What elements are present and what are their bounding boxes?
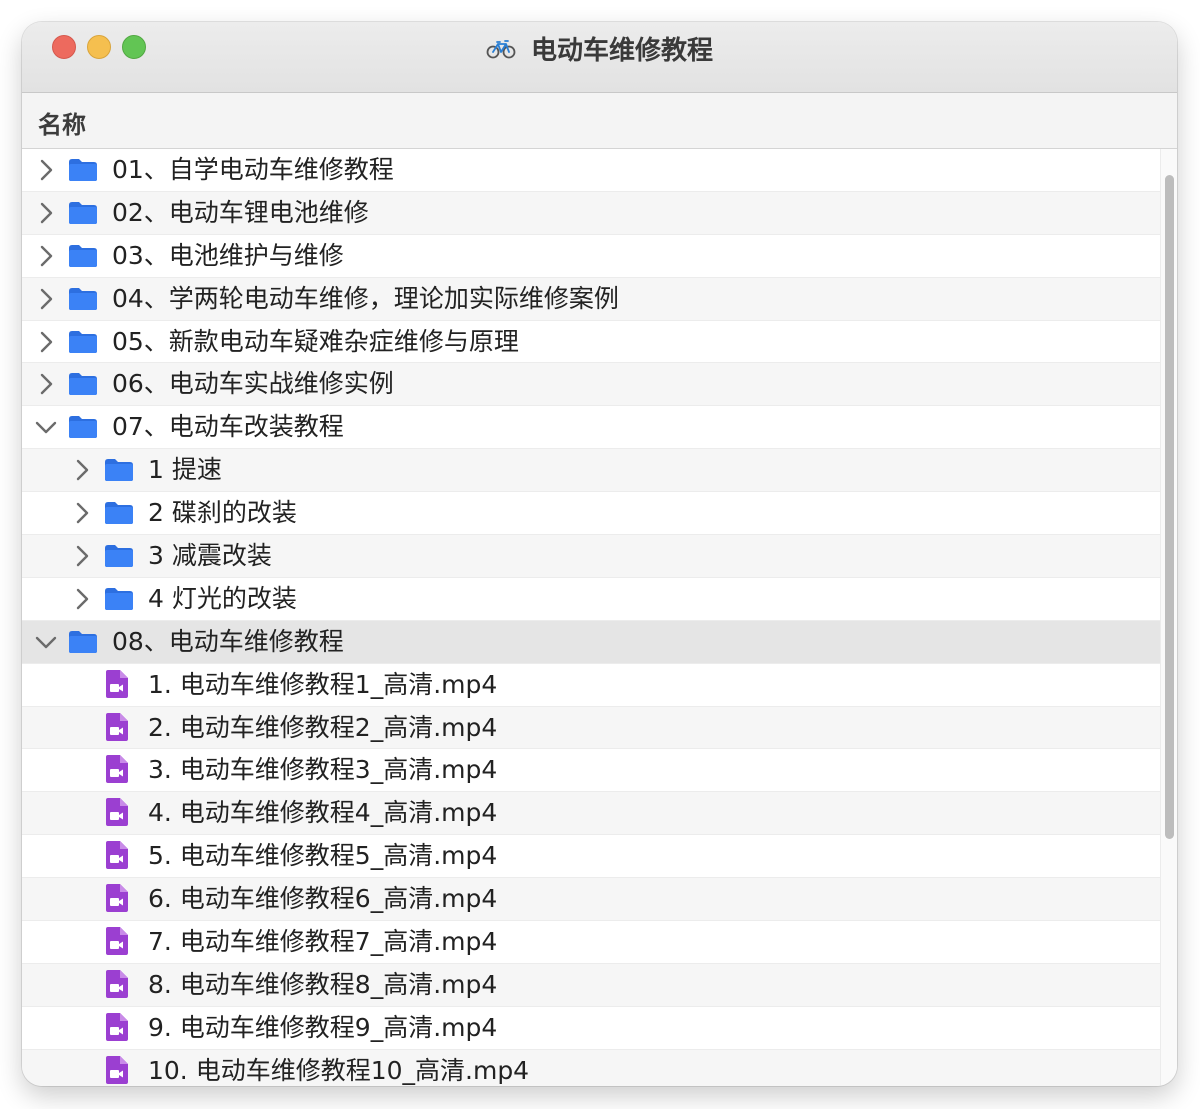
- file-name: 6. 电动车维修教程6_高清.mp4: [148, 884, 498, 914]
- file-row[interactable]: 1. 电动车维修教程1_高清.mp4: [22, 663, 1160, 707]
- folder-name: 2 碟刹的改装: [148, 498, 297, 528]
- chevron-right-icon[interactable]: [70, 501, 94, 525]
- folder-row[interactable]: 3 减震改装: [22, 535, 1160, 578]
- folder-row[interactable]: 4 灯光的改装: [22, 577, 1160, 621]
- file-name: 9. 电动车维修教程9_高清.mp4: [148, 1012, 498, 1042]
- video-file-icon: [106, 1055, 128, 1084]
- file-row[interactable]: 6. 电动车维修教程6_高清.mp4: [22, 878, 1160, 922]
- folder-name: 06、电动车实战维修实例: [112, 369, 394, 399]
- video-file-icon: [106, 1012, 128, 1041]
- file-name: 2. 电动车维修教程2_高清.mp4: [148, 712, 498, 742]
- video-file-icon: [106, 755, 128, 784]
- file-row[interactable]: 5. 电动车维修教程5_高清.mp4: [22, 835, 1160, 879]
- chevron-right-icon[interactable]: [34, 158, 58, 182]
- video-file-icon: [106, 884, 128, 913]
- folder-row[interactable]: 2 碟刹的改装: [22, 492, 1160, 536]
- folder-icon: [69, 201, 97, 224]
- file-row[interactable]: 3. 电动车维修教程3_高清.mp4: [22, 749, 1160, 793]
- folder-icon: [105, 459, 133, 482]
- file-name: 4. 电动车维修教程4_高清.mp4: [148, 798, 498, 828]
- file-row[interactable]: 9. 电动车维修教程9_高清.mp4: [22, 1006, 1160, 1050]
- folder-row[interactable]: 08、电动车维修教程: [22, 620, 1160, 664]
- folder-row[interactable]: 1 提速: [22, 449, 1160, 493]
- vertical-scrollbar[interactable]: [1160, 149, 1177, 1086]
- folder-icon: [69, 373, 97, 396]
- folder-name: 3 减震改装: [148, 541, 272, 571]
- video-file-icon: [106, 712, 128, 741]
- file-row[interactable]: 10. 电动车维修教程10_高清.mp4: [22, 1049, 1160, 1086]
- folder-name: 05、新款电动车疑难杂症维修与原理: [112, 326, 519, 356]
- folder-row[interactable]: 04、学两轮电动车维修，理论加实际维修案例: [22, 277, 1160, 321]
- chevron-down-icon[interactable]: [34, 630, 58, 654]
- video-file-icon: [106, 927, 128, 956]
- column-header-label: 名称: [38, 111, 86, 139]
- folder-row[interactable]: 05、新款电动车疑难杂症维修与原理: [22, 320, 1160, 364]
- chevron-right-icon[interactable]: [34, 244, 58, 268]
- folder-name: 02、电动车锂电池维修: [112, 197, 369, 227]
- video-file-icon: [106, 969, 128, 998]
- file-name: 10. 电动车维修教程10_高清.mp4: [148, 1055, 530, 1085]
- folder-name: 03、电池维护与维修: [112, 240, 344, 270]
- folder-icon: [69, 159, 97, 181]
- file-row[interactable]: 7. 电动车维修教程7_高清.mp4: [22, 921, 1160, 964]
- chevron-right-icon[interactable]: [70, 587, 94, 611]
- video-file-icon: [106, 798, 128, 827]
- file-name: 8. 电动车维修教程8_高清.mp4: [148, 969, 498, 999]
- folder-icon: [105, 502, 133, 525]
- folder-row[interactable]: 01、自学电动车维修教程: [22, 149, 1160, 192]
- folder-icon: [105, 587, 133, 610]
- chevron-right-icon[interactable]: [34, 201, 58, 225]
- column-header-name[interactable]: 名称: [22, 93, 1177, 149]
- folder-row[interactable]: 02、电动车锂电池维修: [22, 191, 1160, 235]
- folder-name: 01、自学电动车维修教程: [112, 155, 394, 184]
- file-row[interactable]: 2. 电动车维修教程2_高清.mp4: [22, 706, 1160, 750]
- video-file-icon: [106, 669, 128, 698]
- folder-icon: [105, 545, 133, 568]
- finder-window: 电动车维修教程 名称 01、自学电动车维修教程 02、电动车锂电池维修 03、电池维…: [22, 22, 1177, 1086]
- video-file-icon: [106, 841, 128, 870]
- chevron-down-icon[interactable]: [34, 415, 58, 439]
- file-row[interactable]: 4. 电动车维修教程4_高清.mp4: [22, 792, 1160, 836]
- folder-icon: [69, 244, 97, 267]
- chevron-right-icon[interactable]: [34, 287, 58, 311]
- folder-name: 1 提速: [148, 455, 222, 485]
- chevron-right-icon[interactable]: [70, 458, 94, 482]
- file-name: 3. 电动车维修教程3_高清.mp4: [148, 755, 498, 785]
- folder-name: 07、电动车改装教程: [112, 412, 344, 442]
- scrollbar-thumb[interactable]: [1165, 175, 1174, 839]
- chevron-right-icon[interactable]: [34, 372, 58, 396]
- folder-name: 4 灯光的改装: [148, 583, 297, 613]
- bicycle-icon: [486, 39, 516, 58]
- file-row[interactable]: 8. 电动车维修教程8_高清.mp4: [22, 963, 1160, 1007]
- window-title-group: 电动车维修教程: [22, 30, 1177, 67]
- chevron-right-icon[interactable]: [34, 330, 58, 354]
- window-title: 电动车维修教程: [531, 36, 714, 66]
- folder-row[interactable]: 06、电动车实战维修实例: [22, 363, 1160, 407]
- folder-icon: [69, 416, 97, 439]
- folder-icon: [69, 287, 97, 310]
- file-list: 01、自学电动车维修教程 02、电动车锂电池维修 03、电池维护与维修 04、学两轮电…: [22, 149, 1160, 1086]
- folder-row[interactable]: 03、电池维护与维修: [22, 234, 1160, 278]
- file-name: 1. 电动车维修教程1_高清.mp4: [148, 669, 498, 699]
- folder-icon: [69, 630, 97, 653]
- folder-icon: [69, 330, 97, 353]
- file-name: 5. 电动车维修教程5_高清.mp4: [148, 841, 498, 871]
- title-bar: 电动车维修教程: [22, 22, 1177, 93]
- chevron-right-icon[interactable]: [70, 544, 94, 568]
- file-name: 7. 电动车维修教程7_高清.mp4: [148, 927, 498, 957]
- folder-name: 04、学两轮电动车维修，理论加实际维修案例: [112, 283, 619, 313]
- folder-row[interactable]: 07、电动车改装教程: [22, 406, 1160, 450]
- folder-name: 08、电动车维修教程: [112, 626, 344, 656]
